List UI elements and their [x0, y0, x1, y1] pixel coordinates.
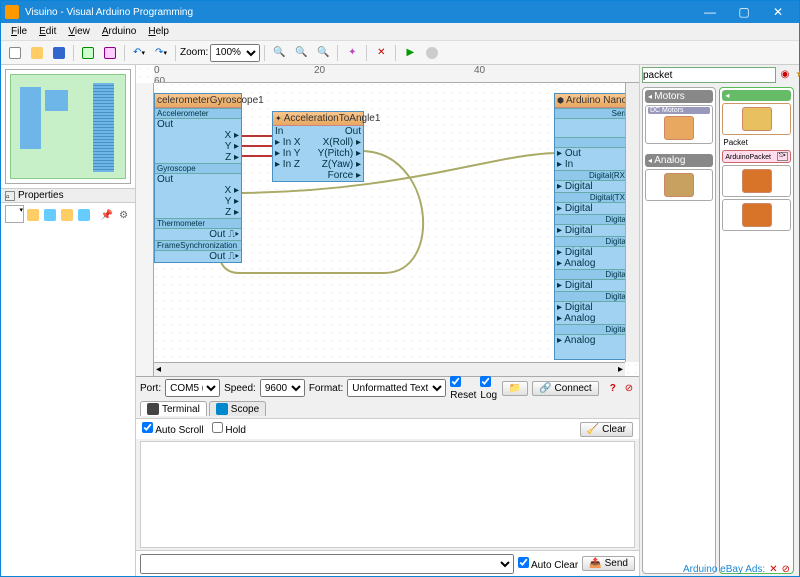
- log-path-button[interactable]: 📁: [502, 381, 528, 396]
- new-button[interactable]: [5, 43, 25, 63]
- palette-right-col: ◂ Packet ArduinoPacket⎋▸: [719, 87, 793, 574]
- undo-button[interactable]: ↶▾: [129, 43, 149, 63]
- palette-item-dc-motors[interactable]: DC Motors: [645, 105, 713, 144]
- connect-button[interactable]: 🔗 Connect: [532, 381, 599, 396]
- serial-panel: Port: COM5 (L Speed: 9600 Format: Unform…: [136, 376, 639, 576]
- category-right[interactable]: ◂: [722, 90, 790, 101]
- palette-search-input[interactable]: [642, 67, 776, 83]
- zoomout-icon[interactable]: 🔍: [291, 43, 311, 63]
- component-palette: ◉ ★ ▦ ✓ ✕ ◂ Motors DC Motors ◂ Analog: [639, 65, 799, 576]
- autoscroll-checkbox[interactable]: Auto Scroll: [142, 422, 204, 436]
- speed-select[interactable]: 9600: [260, 379, 305, 397]
- reset-checkbox[interactable]: Reset: [450, 376, 476, 401]
- img-button[interactable]: [78, 43, 98, 63]
- palette-item-box1[interactable]: [722, 165, 790, 197]
- vertical-scrollbar[interactable]: [625, 83, 639, 362]
- palette-item-analog[interactable]: [645, 169, 713, 201]
- menu-arduino[interactable]: Arduino: [96, 26, 142, 37]
- send-button[interactable]: 📤 Send: [582, 556, 635, 571]
- app-icon: [5, 5, 19, 19]
- props-pin-icon[interactable]: 📌: [99, 205, 114, 225]
- minimap[interactable]: [5, 69, 131, 184]
- menubar: File Edit View Arduino Help: [1, 23, 799, 41]
- props-select[interactable]: ▾: [5, 205, 24, 223]
- tab-scope[interactable]: Scope: [209, 401, 266, 416]
- design-canvas[interactable]: 0204060 celerometerGyroscope1 Accelero: [136, 65, 639, 376]
- horizontal-scrollbar[interactable]: ◂▸: [154, 362, 625, 376]
- status-close-icon[interactable]: ✕: [769, 564, 777, 575]
- node-accel-angle[interactable]: ✦ AccelerationToAngle1 InOut ▸ In XX(Rol…: [272, 111, 364, 182]
- titlebar: Visuino - Visual Arduino Programming — ▢…: [1, 1, 799, 23]
- run-button[interactable]: ▶: [400, 43, 420, 63]
- props-gear-icon[interactable]: ⚙: [116, 205, 131, 225]
- props-btn1[interactable]: [26, 205, 41, 225]
- help2-icon[interactable]: ⊘: [623, 378, 635, 398]
- help1-icon[interactable]: ?: [607, 378, 619, 398]
- props-btn2[interactable]: [43, 205, 58, 225]
- left-panel: ▫ Properties ▾ 📌 ⚙: [1, 65, 136, 576]
- node-accel-gyro[interactable]: celerometerGyroscope1 Accelerometer Out …: [154, 93, 242, 263]
- ruler-vertical: [136, 83, 154, 376]
- palette-left-col: ◂ Motors DC Motors ◂ Analog: [642, 87, 716, 574]
- terminal-output: [140, 441, 635, 548]
- zoomin-icon[interactable]: 🔍: [269, 43, 289, 63]
- status-bar: Arduino eBay Ads: ✕ ⊘: [683, 564, 790, 575]
- tab-terminal[interactable]: Terminal: [140, 401, 207, 416]
- window-title: Visuino - Visual Arduino Programming: [25, 7, 193, 18]
- img2-button[interactable]: [100, 43, 120, 63]
- menu-help[interactable]: Help: [142, 26, 175, 37]
- menu-edit[interactable]: Edit: [33, 26, 62, 37]
- menu-view[interactable]: View: [62, 26, 96, 37]
- ruler-horizontal: 0204060: [154, 65, 639, 83]
- send-input[interactable]: [140, 554, 514, 574]
- speed-label: Speed:: [224, 383, 256, 394]
- properties-header: ▫ Properties: [1, 188, 135, 203]
- redo-button[interactable]: ↷▾: [151, 43, 171, 63]
- category-analog[interactable]: ◂ Analog: [645, 154, 713, 167]
- port-select[interactable]: COM5 (L: [165, 379, 220, 397]
- maximize-button[interactable]: ▢: [727, 1, 761, 23]
- palette-item-packet[interactable]: ArduinoPacket⎋▸: [722, 150, 790, 163]
- open-button[interactable]: [27, 43, 47, 63]
- category-motors[interactable]: ◂ Motors: [645, 90, 713, 103]
- zoom-label: Zoom:: [180, 47, 208, 58]
- properties-toolbar: ▾ 📌 ⚙: [1, 203, 135, 227]
- hold-checkbox[interactable]: Hold: [212, 422, 246, 436]
- minimize-button[interactable]: —: [693, 1, 727, 23]
- close-button[interactable]: ✕: [761, 1, 795, 23]
- format-select[interactable]: Unformatted Text: [347, 379, 446, 397]
- toolbar: ↶▾ ↷▾ Zoom: 100% 🔍 🔍 🔍 ✦ ✕ ▶: [1, 41, 799, 65]
- autoclear-checkbox[interactable]: Auto Clear: [518, 557, 578, 571]
- props-btn4[interactable]: [76, 205, 91, 225]
- menu-file[interactable]: File: [5, 26, 33, 37]
- filter2-icon[interactable]: ★: [793, 67, 800, 81]
- format-label: Format:: [309, 383, 343, 394]
- save-button[interactable]: [49, 43, 69, 63]
- packet-label: Packet: [722, 137, 790, 148]
- zoomfit-icon[interactable]: 🔍: [313, 43, 333, 63]
- clear-button[interactable]: 🧹 Clear: [580, 422, 633, 437]
- log-checkbox[interactable]: Log: [480, 376, 497, 401]
- delete-button[interactable]: ✕: [371, 43, 391, 63]
- props-btn3[interactable]: [60, 205, 75, 225]
- zoom-select[interactable]: 100%: [210, 44, 260, 62]
- filter1-icon[interactable]: ◉: [778, 67, 792, 81]
- port-label: Port:: [140, 383, 161, 394]
- magic-button[interactable]: ✦: [342, 43, 362, 63]
- palette-item-box2[interactable]: [722, 199, 790, 231]
- prefs-button[interactable]: [422, 43, 442, 63]
- palette-item-top[interactable]: [722, 103, 790, 135]
- status-stop-icon[interactable]: ⊘: [782, 564, 790, 575]
